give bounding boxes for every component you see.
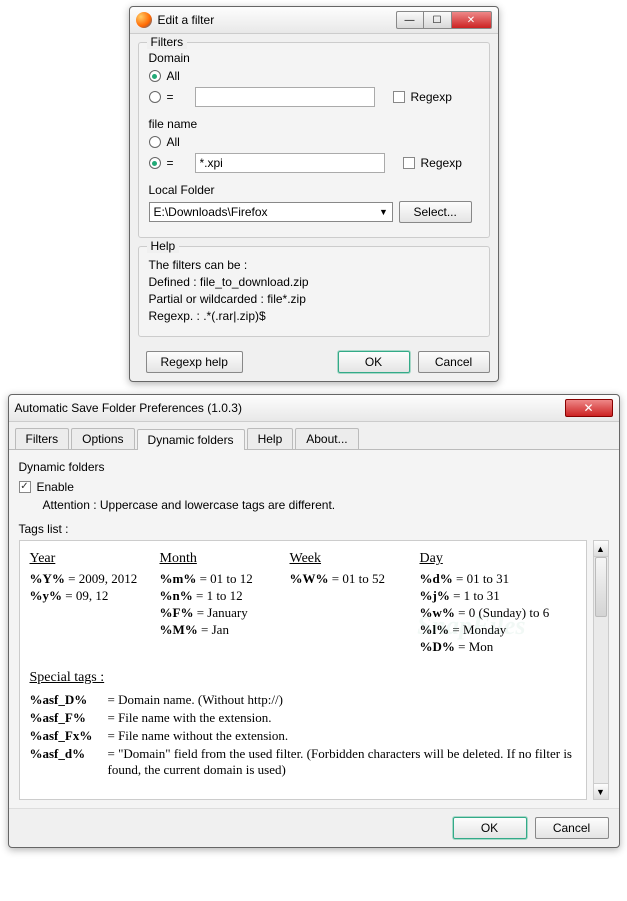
close-button[interactable]: ✕ [452, 11, 492, 29]
titlebar[interactable]: Edit a filter — ☐ ✕ [130, 7, 498, 34]
help-line: Defined : file_to_download.zip [149, 275, 479, 289]
special-heading: Special tags : [30, 670, 576, 686]
month-column: Month %m% = 01 to 12 %n% = 1 to 12 %F% =… [160, 551, 270, 656]
special-row: %asf_Fx%= File name without the extensio… [30, 728, 576, 744]
localfolder-value: E:\Downloads\Firefox [150, 203, 376, 221]
filename-regexp-checkbox[interactable] [403, 157, 415, 169]
domain-eq-label: = [167, 90, 189, 104]
tag-line: %d% = 01 to 31 [420, 571, 550, 587]
enable-label: Enable [37, 480, 74, 494]
week-heading: Week [290, 551, 400, 567]
vertical-scrollbar[interactable]: ▲ ▼ [593, 540, 609, 800]
help-fieldset: Help The filters can be : Defined : file… [138, 246, 490, 337]
domain-all-radio[interactable] [149, 70, 161, 82]
filename-label: file name [149, 117, 479, 131]
enable-checkbox[interactable] [19, 481, 31, 493]
section-title: Dynamic folders [19, 460, 609, 474]
special-row: %asf_D%= Domain name. (Without http://) [30, 692, 576, 708]
tag-line: %F% = January [160, 605, 270, 621]
tag-line: %D% = Mon [420, 639, 550, 655]
filters-legend: Filters [147, 35, 188, 49]
dialog-footer: Regexp help OK Cancel [138, 345, 490, 373]
help-line: Regexp. : .*(.rar|.zip)$ [149, 309, 479, 323]
chevron-down-icon: ▼ [376, 207, 392, 217]
titlebar[interactable]: Automatic Save Folder Preferences (1.0.3… [9, 395, 619, 422]
tag-line: %W% = 01 to 52 [290, 571, 400, 587]
help-line: The filters can be : [149, 258, 479, 272]
edit-filter-window: Edit a filter — ☐ ✕ SnapFiles Filters Do… [129, 6, 499, 382]
minimize-button[interactable]: — [396, 11, 424, 29]
tag-line: %Y% = 2009, 2012 [30, 571, 140, 587]
scroll-down-icon[interactable]: ▼ [594, 783, 608, 799]
special-row: %asf_F%= File name with the extension. [30, 710, 576, 726]
help-line: Partial or wildcarded : file*.zip [149, 292, 479, 306]
tag-line: %j% = 1 to 31 [420, 588, 550, 604]
window-buttons: — ☐ ✕ [396, 11, 492, 29]
domain-regexp-checkbox[interactable] [393, 91, 405, 103]
tag-line: %n% = 1 to 12 [160, 588, 270, 604]
special-tags: Special tags : %asf_D%= Domain name. (Wi… [30, 670, 576, 778]
tab-help[interactable]: Help [247, 428, 294, 449]
tag-line: %y% = 09, 12 [30, 588, 140, 604]
ok-button[interactable]: OK [338, 351, 410, 373]
week-column: Week %W% = 01 to 52 [290, 551, 400, 656]
firefox-icon [136, 12, 152, 28]
tab-dynamic-folders[interactable]: Dynamic folders [137, 429, 245, 450]
dialog-footer: OK Cancel [9, 808, 619, 847]
tag-line: %m% = 01 to 12 [160, 571, 270, 587]
window-body: SnapFiles Filters Domain All = Regexp fi… [130, 34, 498, 381]
scroll-thumb[interactable] [595, 557, 607, 617]
tag-line: %M% = Jan [160, 622, 270, 638]
maximize-button[interactable]: ☐ [424, 11, 452, 29]
domain-eq-radio[interactable] [149, 91, 161, 103]
domain-all-label: All [167, 69, 180, 83]
filename-eq-label: = [167, 156, 189, 170]
filename-all-radio[interactable] [149, 136, 161, 148]
month-heading: Month [160, 551, 270, 567]
filters-fieldset: Filters Domain All = Regexp file name Al… [138, 42, 490, 238]
attention-text: Attention : Uppercase and lowercase tags… [43, 498, 609, 512]
filename-value-input[interactable] [195, 153, 385, 173]
domain-value-input[interactable] [195, 87, 375, 107]
tab-options[interactable]: Options [71, 428, 134, 449]
scroll-up-icon[interactable]: ▲ [594, 541, 608, 557]
filename-all-label: All [167, 135, 180, 149]
year-heading: Year [30, 551, 140, 567]
ok-button[interactable]: OK [453, 817, 527, 839]
filename-eq-radio[interactable] [149, 157, 161, 169]
tag-line: %l% = Monday [420, 622, 550, 638]
year-column: Year %Y% = 2009, 2012 %y% = 09, 12 [30, 551, 140, 656]
tags-content: SnapFiles Year %Y% = 2009, 2012 %y% = 09… [19, 540, 587, 800]
tag-line: %w% = 0 (Sunday) to 6 [420, 605, 550, 621]
tab-filters[interactable]: Filters [15, 428, 70, 449]
tab-about[interactable]: About... [295, 428, 358, 449]
tags-area: SnapFiles Year %Y% = 2009, 2012 %y% = 09… [19, 540, 609, 800]
scroll-track[interactable] [594, 557, 608, 783]
domain-label: Domain [149, 51, 479, 65]
localfolder-label: Local Folder [149, 183, 479, 197]
preferences-window: Automatic Save Folder Preferences (1.0.3… [8, 394, 620, 848]
select-folder-button[interactable]: Select... [399, 201, 472, 223]
help-legend: Help [147, 239, 180, 253]
filename-regexp-label: Regexp [421, 156, 462, 170]
day-column: Day %d% = 01 to 31 %j% = 1 to 31 %w% = 0… [420, 551, 550, 656]
localfolder-select[interactable]: E:\Downloads\Firefox ▼ [149, 202, 393, 222]
window-title: Automatic Save Folder Preferences (1.0.3… [15, 401, 565, 415]
day-heading: Day [420, 551, 550, 567]
cancel-button[interactable]: Cancel [418, 351, 490, 373]
close-button[interactable]: ✕ [565, 399, 613, 417]
domain-regexp-label: Regexp [411, 90, 452, 104]
tab-bar: Filters Options Dynamic folders Help Abo… [9, 422, 619, 449]
regexp-help-button[interactable]: Regexp help [146, 351, 243, 373]
tagslist-label: Tags list : [19, 522, 609, 536]
special-row: %asf_d%= "Domain" field from the used fi… [30, 746, 576, 778]
tab-panel: Dynamic folders Enable Attention : Upper… [9, 449, 619, 808]
window-title: Edit a filter [158, 13, 396, 27]
cancel-button[interactable]: Cancel [535, 817, 609, 839]
